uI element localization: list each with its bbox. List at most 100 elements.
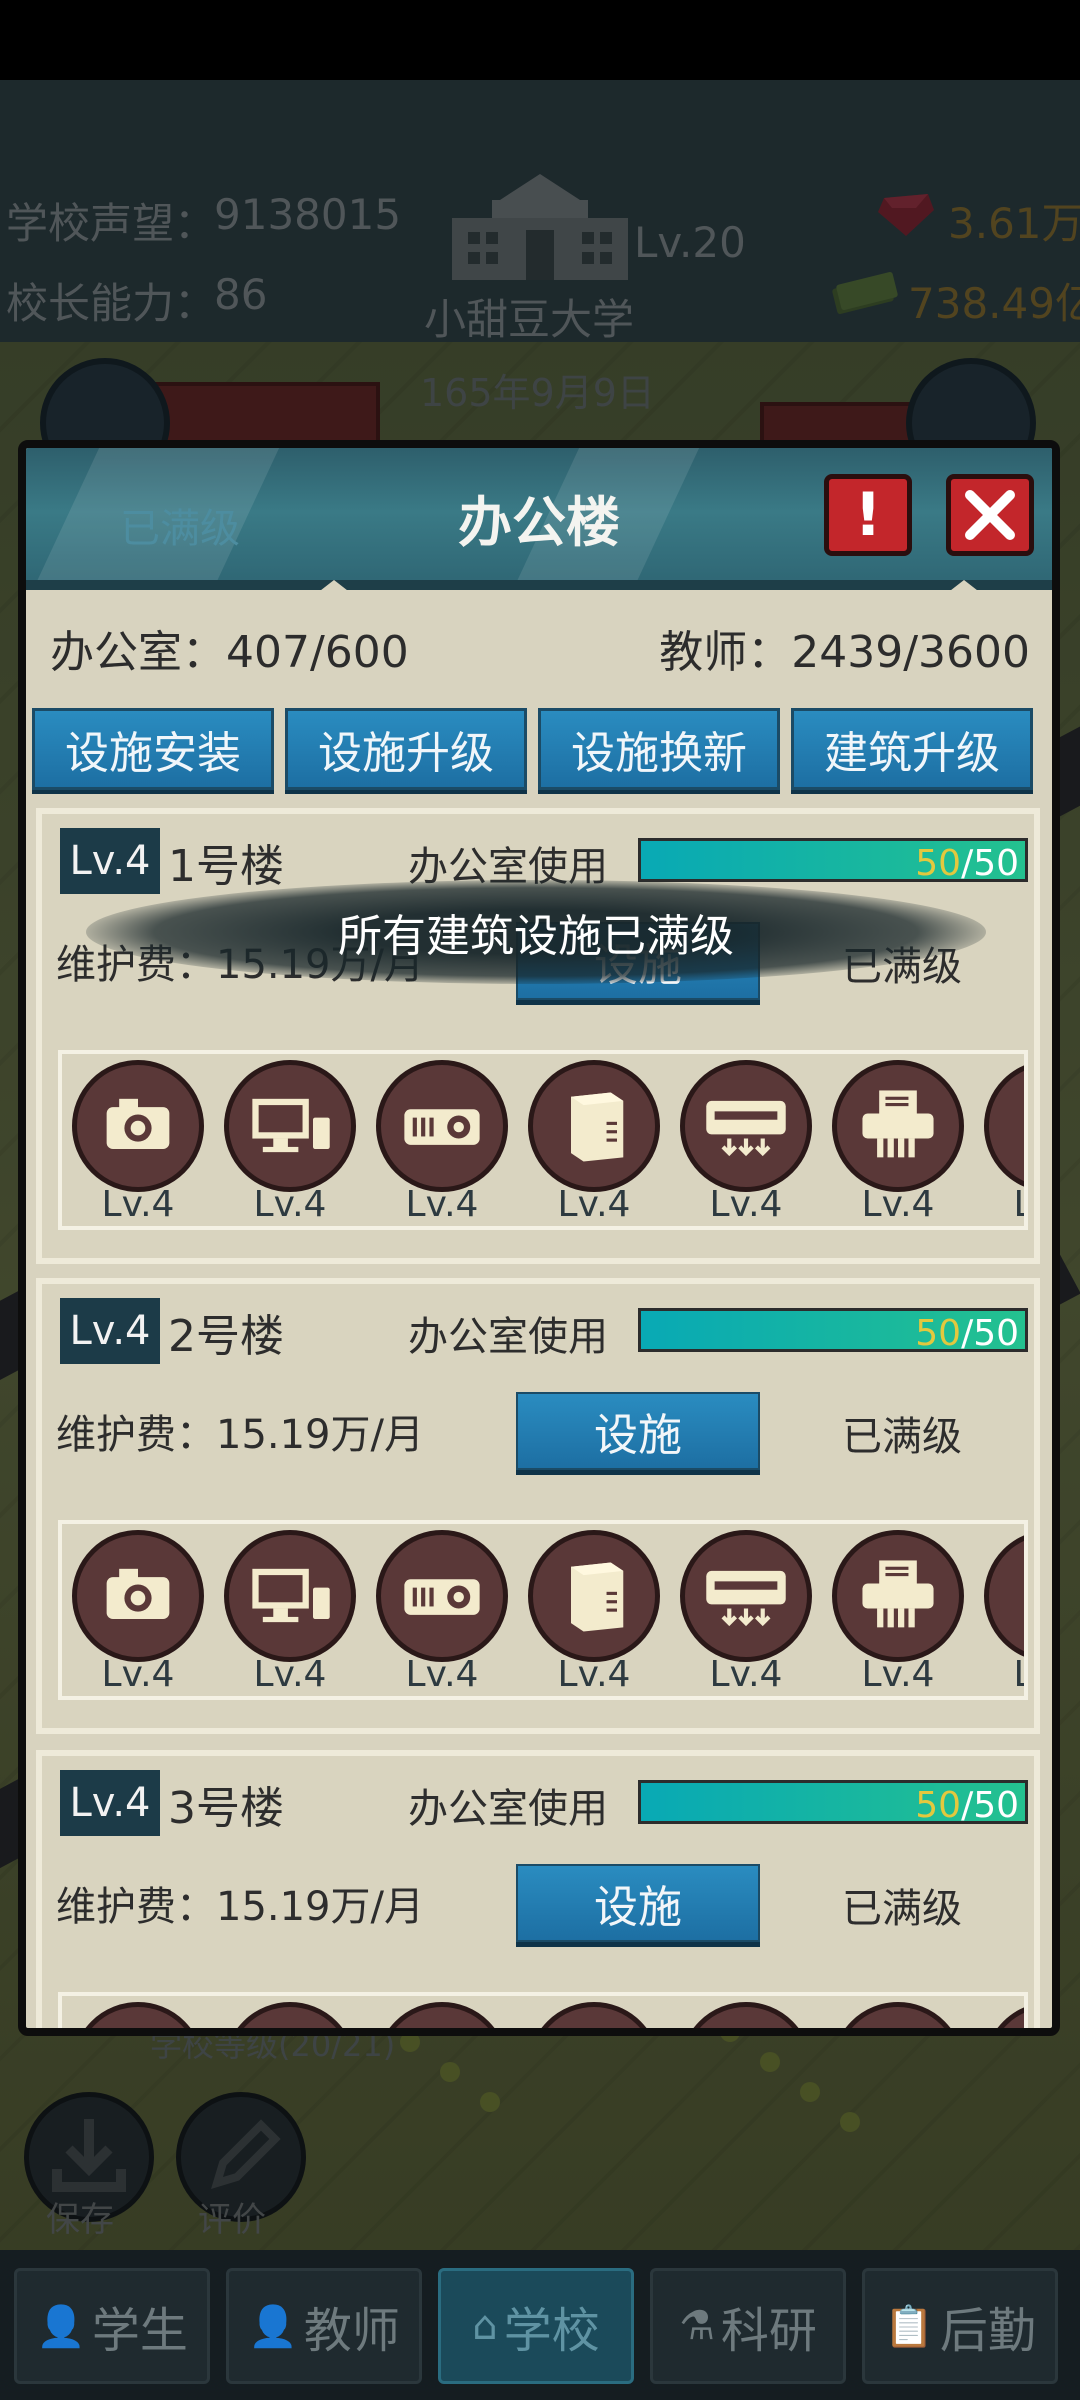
facility-item[interactable] bbox=[214, 1996, 366, 2028]
facility-item[interactable]: Lv.4 bbox=[518, 1054, 670, 1226]
maintenance-fee: 维护费：15.19万/月 bbox=[56, 1884, 424, 1930]
nav-tab-students[interactable]: 👤 学生 bbox=[14, 2268, 210, 2384]
facility-item[interactable]: Lv.4 bbox=[214, 1054, 366, 1226]
facility-level: Lv.4 bbox=[253, 1184, 327, 1225]
office-usage-bar: 50/50 bbox=[638, 1780, 1028, 1826]
building-card: Lv.4 1号楼 办公室使用 50/50 维护费：15.19万/月 设施 已满级… bbox=[36, 808, 1040, 1264]
nav-tab-label: 学生 bbox=[91, 2303, 188, 2359]
facility-level: Lv.4 bbox=[861, 1654, 935, 1695]
exclamation-icon: ! bbox=[854, 480, 882, 550]
facility-item[interactable]: Lv.4 bbox=[366, 1054, 518, 1226]
upgrade-facility-button[interactable]: 设施升级 bbox=[285, 708, 527, 790]
info-button[interactable]: ! bbox=[824, 474, 912, 556]
lamp-icon bbox=[984, 2002, 1024, 2028]
school-icon: ⌂ bbox=[472, 2303, 498, 2349]
facility-item[interactable] bbox=[670, 1996, 822, 2028]
lamp-icon bbox=[984, 1530, 1024, 1662]
air-conditioner-icon bbox=[680, 2002, 812, 2028]
projector-icon bbox=[376, 1060, 508, 1192]
building-list[interactable]: Lv.4 1号楼 办公室使用 50/50 维护费：15.19万/月 设施 已满级… bbox=[26, 808, 1052, 2028]
building-name: 2号楼 bbox=[168, 1311, 284, 1362]
nav-tab-school[interactable]: ⌂ 学校 bbox=[438, 2268, 634, 2384]
air-conditioner-icon bbox=[680, 1530, 812, 1662]
status-bar bbox=[0, 0, 1080, 80]
teacher-icon: 👤 bbox=[248, 2303, 298, 2350]
offices-stat: 办公室：407/600 bbox=[50, 616, 409, 680]
teachers-value: 2439/3600 bbox=[791, 627, 1030, 678]
office-usage-label: 办公室使用 bbox=[408, 1786, 608, 1832]
facility-row[interactable] bbox=[58, 1992, 1028, 2028]
facility-item[interactable]: Lv.4 bbox=[518, 1524, 670, 1696]
nav-tab-label: 学校 bbox=[503, 2303, 600, 2359]
maxed-status: 已满级 bbox=[842, 1414, 962, 1460]
shredder-icon bbox=[832, 1060, 964, 1192]
building-card: Lv.4 2号楼 办公室使用 50/50 维护费：15.19万/月 设施 已满级… bbox=[36, 1278, 1040, 1734]
projector-icon bbox=[376, 1530, 508, 1662]
building-name: 3号楼 bbox=[168, 1783, 284, 1834]
renew-facility-button[interactable]: 设施换新 bbox=[538, 708, 780, 790]
shredder-icon bbox=[832, 2002, 964, 2028]
nav-tab-label: 后勤 bbox=[939, 2303, 1036, 2359]
facility-level: Lv.4 bbox=[253, 1654, 327, 1695]
facility-level: Lv.4 bbox=[974, 1654, 1024, 1695]
facility-item[interactable] bbox=[518, 1996, 670, 2028]
office-building-dialog: 已满级 办公楼 ! 办公室：407/600 教师：2439/3600 设施安装 … bbox=[18, 440, 1060, 2036]
research-icon: ⚗ bbox=[679, 2303, 715, 2349]
office-usage-text: 50/50 bbox=[915, 843, 1019, 884]
computer-icon bbox=[224, 1060, 356, 1192]
camera-icon bbox=[72, 2002, 204, 2028]
facility-item[interactable] bbox=[62, 1996, 214, 2028]
cabinet-icon bbox=[528, 1060, 660, 1192]
upgrade-building-button[interactable]: 建筑升级 bbox=[791, 708, 1033, 790]
facility-level: Lv.4 bbox=[557, 1654, 631, 1695]
building-level-badge: Lv.4 bbox=[60, 1298, 160, 1364]
offices-value: 407/600 bbox=[226, 627, 409, 678]
projector-icon bbox=[376, 2002, 508, 2028]
facility-item[interactable]: Lv.4 bbox=[670, 1054, 822, 1226]
facility-level: Lv.4 bbox=[557, 1184, 631, 1225]
close-button[interactable] bbox=[946, 474, 1034, 556]
air-conditioner-icon bbox=[680, 1060, 812, 1192]
office-usage-label: 办公室使用 bbox=[408, 1314, 608, 1360]
close-icon bbox=[965, 490, 1015, 540]
facility-item[interactable]: Lv.4 bbox=[974, 1524, 1024, 1696]
shredder-icon bbox=[832, 1530, 964, 1662]
camera-icon bbox=[72, 1060, 204, 1192]
facility-item[interactable]: Lv.4 bbox=[214, 1524, 366, 1696]
facility-row[interactable]: Lv.4 Lv.4 Lv.4 Lv.4 Lv.4 Lv.4 Lv.4 bbox=[58, 1520, 1028, 1700]
all-maxed-toast: 所有建筑设施已满级 bbox=[86, 880, 986, 984]
facility-item[interactable] bbox=[366, 1996, 518, 2028]
facility-item[interactable]: Lv.4 bbox=[974, 1054, 1024, 1226]
facility-item[interactable]: Lv.4 bbox=[366, 1524, 518, 1696]
logistics-icon: 📋 bbox=[884, 2303, 934, 2350]
facility-button[interactable]: 设施 bbox=[516, 1392, 760, 1470]
facility-item[interactable]: Lv.4 bbox=[62, 1524, 214, 1696]
facility-level: Lv.4 bbox=[101, 1654, 175, 1695]
facility-item[interactable]: Lv.4 bbox=[822, 1524, 974, 1696]
nav-tab-research[interactable]: ⚗ 科研 bbox=[650, 2268, 846, 2384]
office-usage-bar: 50/50 bbox=[638, 838, 1028, 884]
facility-level: Lv.4 bbox=[974, 1184, 1024, 1225]
install-facility-button[interactable]: 设施安装 bbox=[32, 708, 274, 790]
facility-row[interactable]: Lv.4 Lv.4 Lv.4 Lv.4 Lv.4 Lv.4 Lv.4 bbox=[58, 1050, 1028, 1230]
cabinet-icon bbox=[528, 2002, 660, 2028]
facility-item[interactable]: Lv.4 bbox=[822, 1054, 974, 1226]
facility-level: Lv.4 bbox=[405, 1654, 479, 1695]
cabinet-icon bbox=[528, 1530, 660, 1662]
facility-button[interactable]: 设施 bbox=[516, 1864, 760, 1942]
nav-tab-teachers[interactable]: 👤 教师 bbox=[226, 2268, 422, 2384]
nav-tab-logistics[interactable]: 📋 后勤 bbox=[862, 2268, 1058, 2384]
facility-item[interactable]: Lv.4 bbox=[62, 1054, 214, 1226]
facility-item[interactable] bbox=[822, 1996, 974, 2028]
facility-item[interactable] bbox=[974, 1996, 1024, 2028]
lamp-icon bbox=[984, 1060, 1024, 1192]
computer-icon bbox=[224, 2002, 356, 2028]
building-card: Lv.4 3号楼 办公室使用 50/50 维护费：15.19万/月 设施 已满级 bbox=[36, 1750, 1040, 2028]
facility-item[interactable]: Lv.4 bbox=[670, 1524, 822, 1696]
maxed-status: 已满级 bbox=[842, 1886, 962, 1932]
camera-icon bbox=[72, 1530, 204, 1662]
office-usage-text: 50/50 bbox=[915, 1785, 1019, 1826]
student-icon: 👤 bbox=[36, 2303, 86, 2350]
teachers-label: 教师： bbox=[659, 627, 792, 678]
office-usage-bar: 50/50 bbox=[638, 1308, 1028, 1354]
